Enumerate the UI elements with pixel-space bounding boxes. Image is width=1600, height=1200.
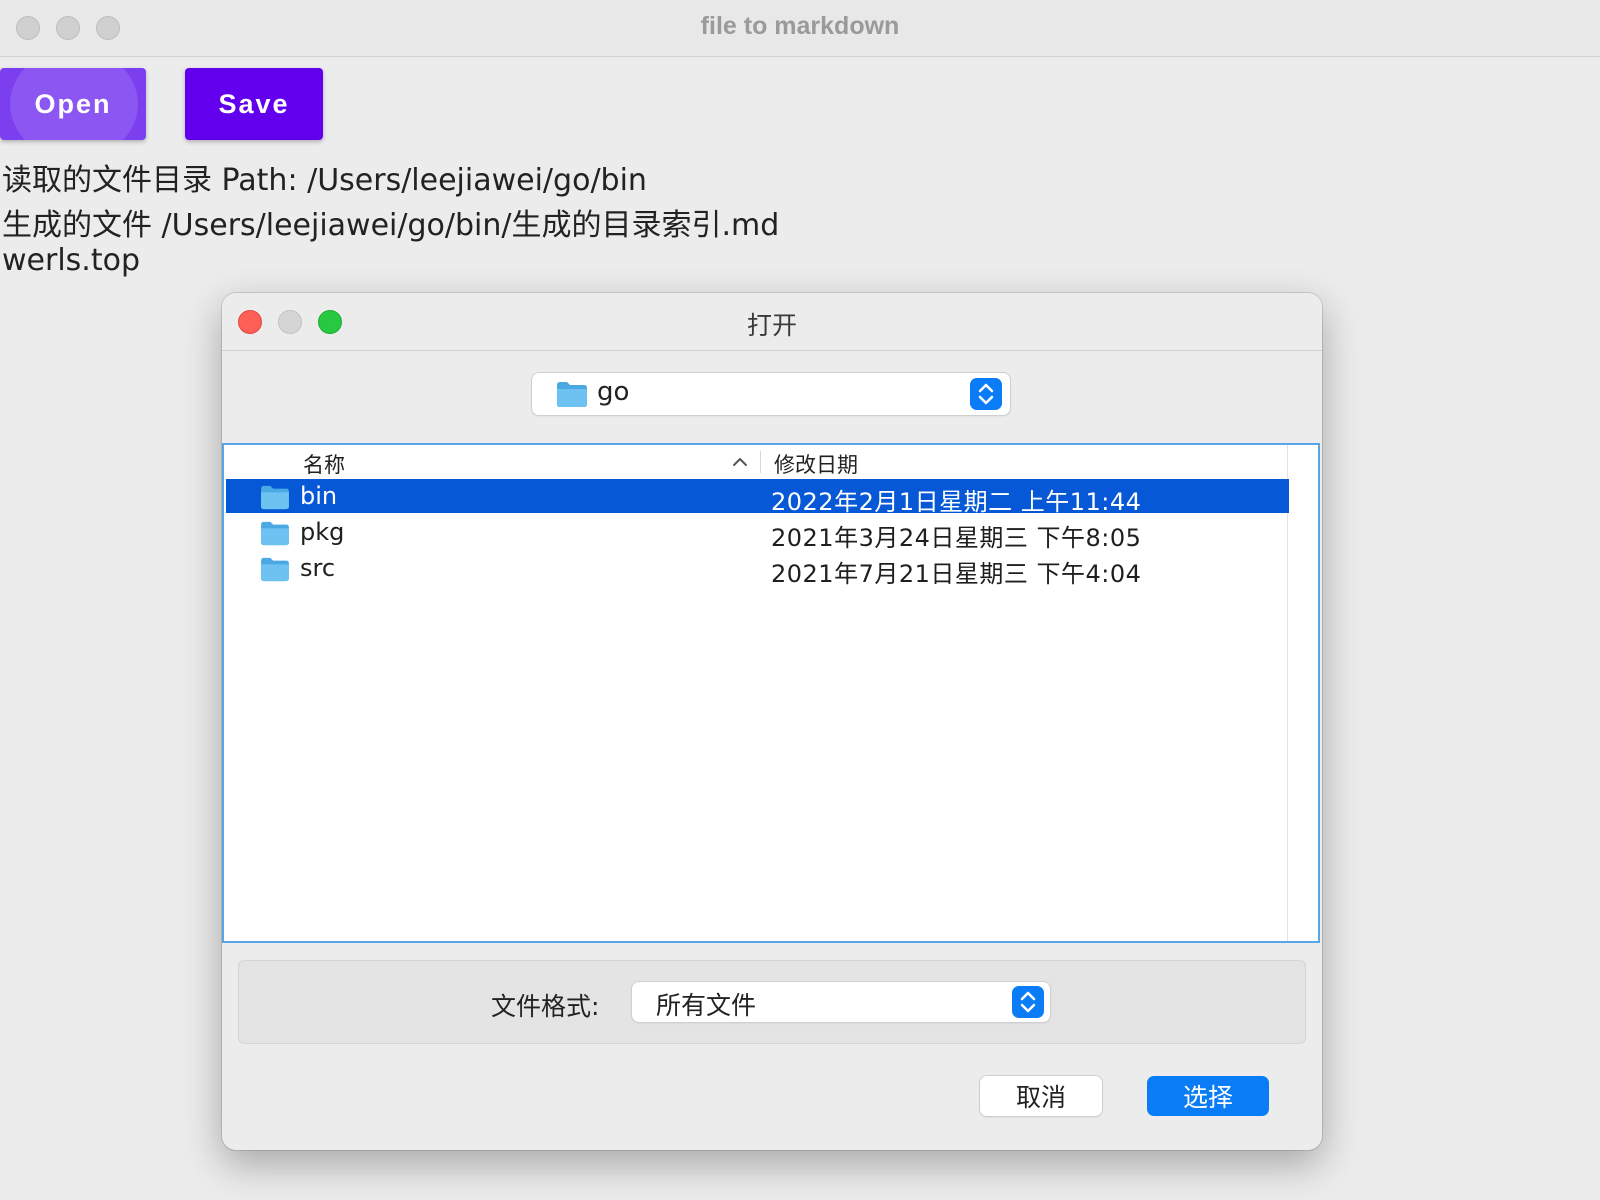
dialog-titlebar: 打开 [222,293,1322,351]
location-label: go [597,377,630,407]
read-directory-text: 读取的文件目录 Path: /Users/leejiawei/go/bin [2,163,647,198]
file-name: pkg [300,518,345,546]
window-titlebar: file to markdown [0,0,1600,57]
output-file-text: 生成的文件 /Users/leejiawei/go/bin/生成的目录索引.md [2,208,780,243]
folder-icon [261,485,289,510]
file-format-panel: 文件格式: 所有文件 [238,960,1306,1044]
dialog-title: 打开 [746,311,797,340]
file-format-label: 文件格式: [491,992,600,1021]
window-title: file to markdown [700,12,900,40]
file-modified: 2021年3月24日星期三 下午8:05 [771,524,1142,552]
site-text: werls.top [2,243,140,278]
choose-button[interactable]: 选择 [1147,1076,1269,1116]
folder-icon [557,382,587,407]
cancel-button[interactable]: 取消 [980,1076,1102,1116]
file-list[interactable]: 名称 修改日期 bin 2022年2月1日星期二 上午11:44 pkg 202… [222,443,1320,943]
file-modified: 2022年2月1日星期二 上午11:44 [771,488,1142,516]
folder-icon [261,557,289,582]
sort-ascending-icon[interactable] [732,457,748,467]
file-row-bin[interactable]: bin 2022年2月1日星期二 上午11:44 [226,479,1289,516]
open-button[interactable]: Open [0,68,146,140]
save-button[interactable]: Save [185,68,323,140]
open-button-label: Open [34,88,112,119]
location-select[interactable]: go [532,373,1010,415]
file-format-value: 所有文件 [656,991,757,1020]
column-divider [760,451,761,473]
column-header-name[interactable]: 名称 [303,449,345,479]
file-modified: 2021年7月21日星期三 下午4:04 [771,560,1142,588]
open-dialog: 打开 go 名称 修改日期 bin 2022年2月1日星期二 上午11:44 p… [222,293,1322,1150]
file-name: bin [300,482,338,510]
file-row-pkg[interactable]: pkg 2021年3月24日星期三 下午8:05 [226,515,1289,552]
file-format-select[interactable]: 所有文件 [632,982,1050,1022]
chevron-updown-icon [970,378,1002,410]
file-name: src [300,554,336,582]
column-header-modified[interactable]: 修改日期 [774,449,858,479]
file-row-src[interactable]: src 2021年7月21日星期三 下午4:04 [226,551,1289,588]
folder-icon [261,521,289,546]
chevron-updown-icon [1012,986,1044,1018]
